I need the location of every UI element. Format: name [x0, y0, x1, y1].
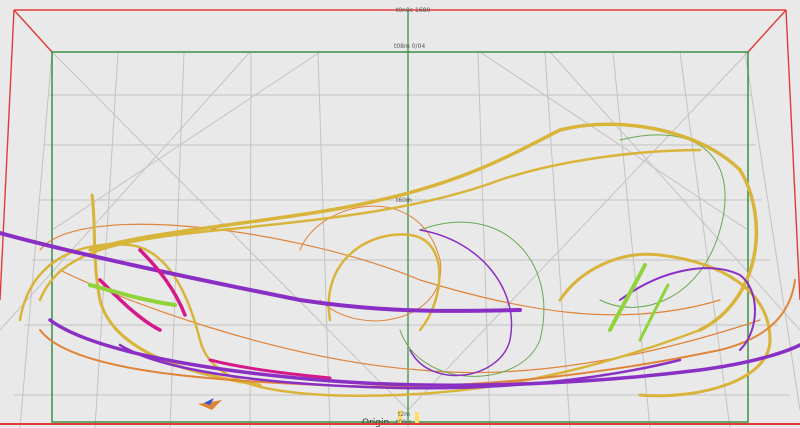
3d-track-viewport[interactable]: t0n0c 1680 t08m 0/04 t60m t00m t2m — [0, 0, 800, 428]
top-outer-label: t0n0c 1680 — [396, 7, 430, 14]
top-inner-label: t08m 0/04 — [394, 43, 425, 50]
origin-marker-bar-2 — [415, 412, 419, 424]
mid-label: t60m — [396, 197, 412, 204]
viewport-background — [0, 0, 800, 428]
origin-scale-label-2: t2m — [398, 411, 410, 418]
